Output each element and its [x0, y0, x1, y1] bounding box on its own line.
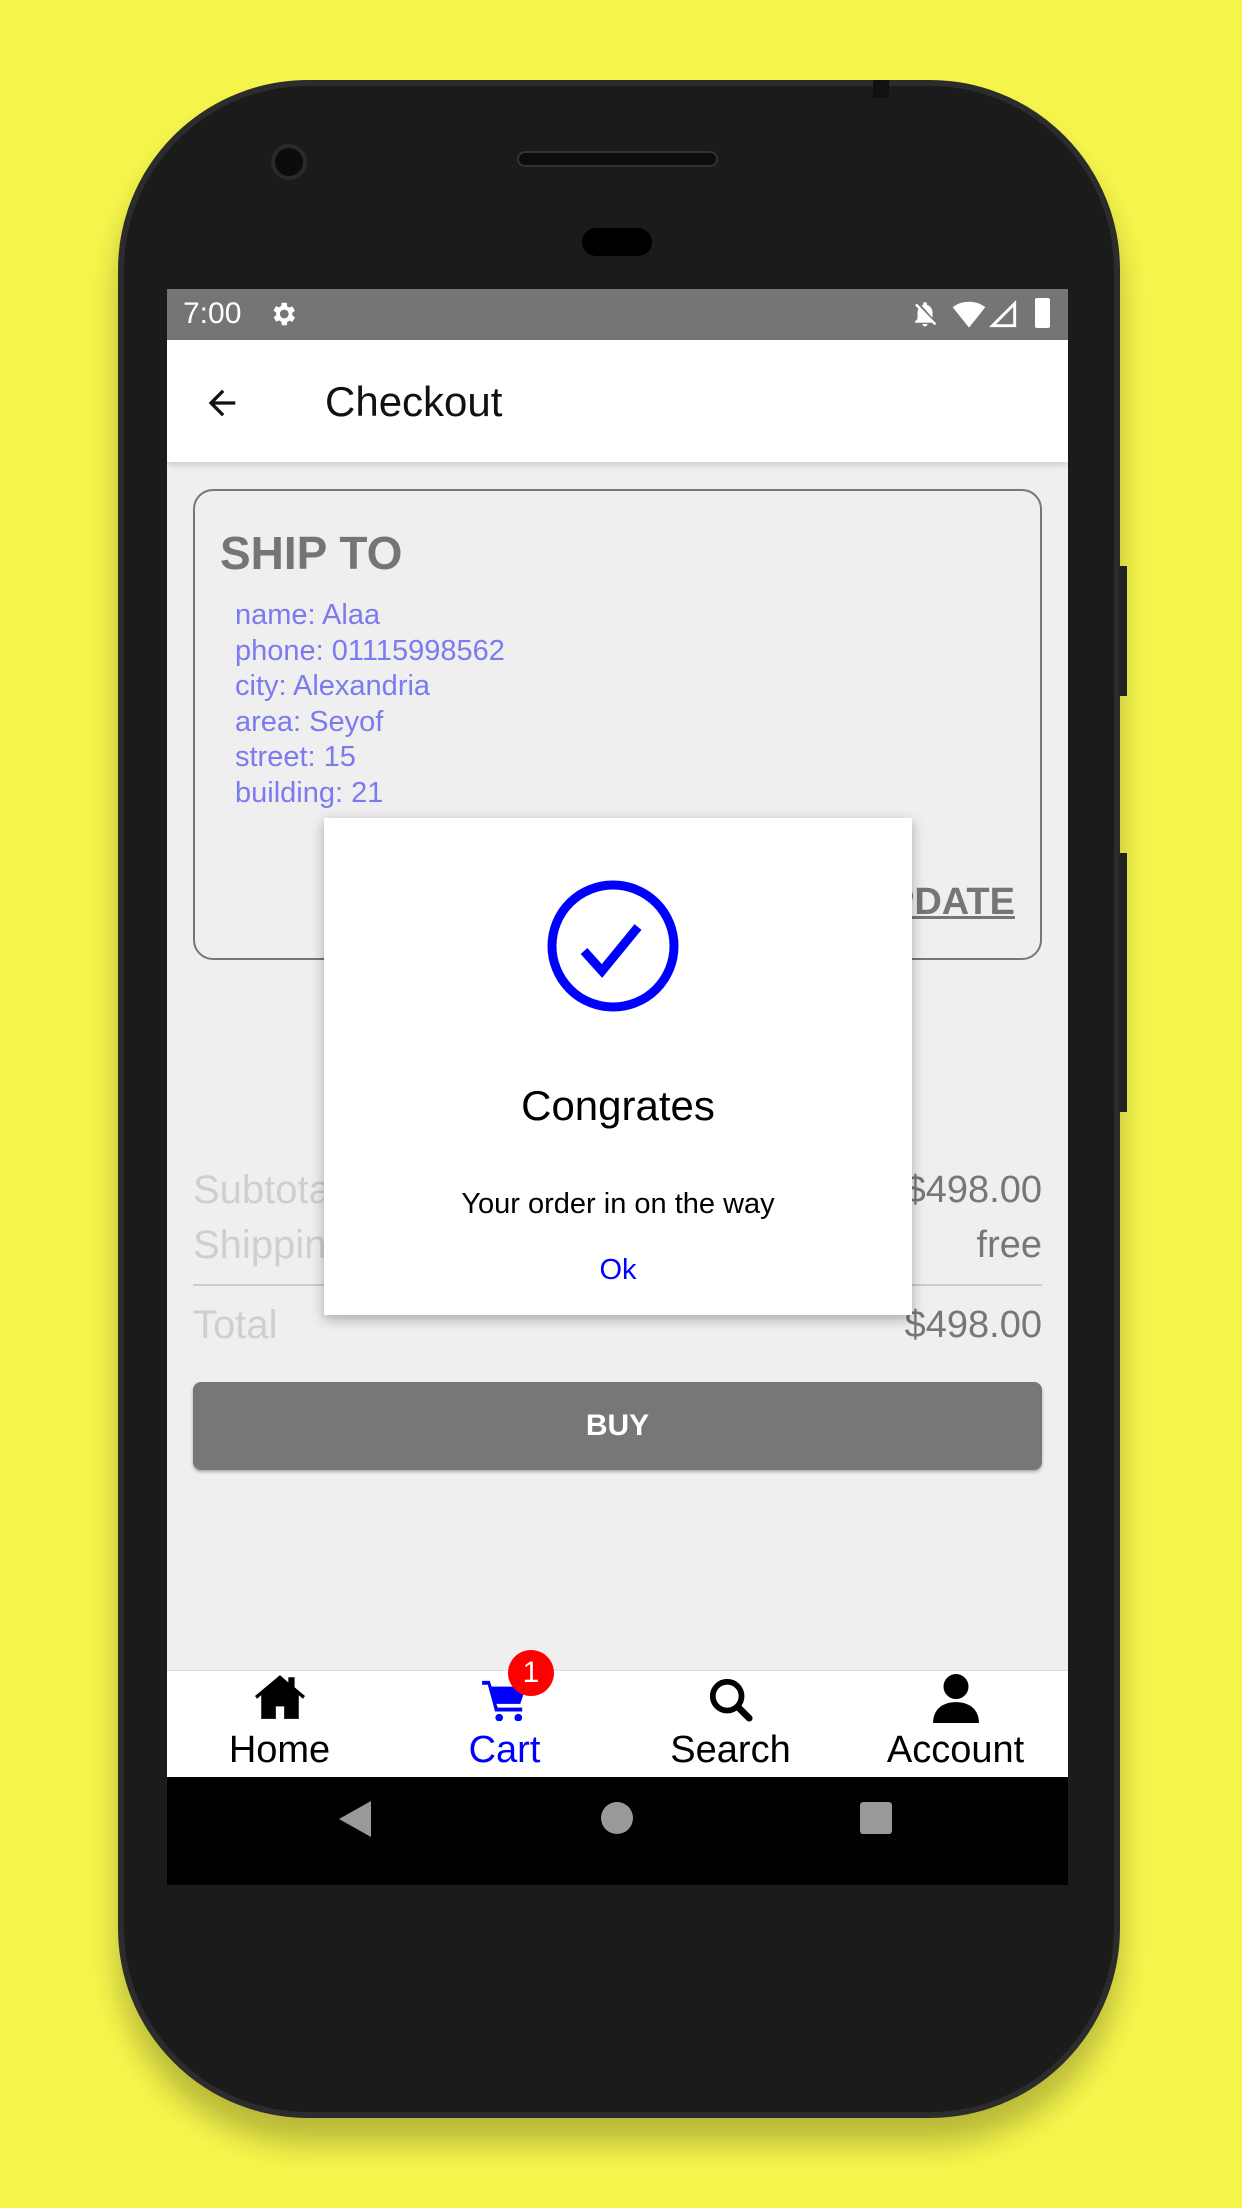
total-value: $498.00 [904, 1304, 1042, 1346]
subtotal-value: $498.00 [904, 1169, 1042, 1211]
nav-search[interactable]: Search [618, 1671, 843, 1778]
home-icon [254, 1675, 305, 1719]
system-nav-bar [167, 1777, 1068, 1885]
check-circle-icon [547, 880, 679, 1012]
address-city: city: Alexandria [235, 670, 431, 702]
account-icon [932, 1674, 979, 1723]
settings-icon [273, 302, 295, 326]
shipping-value: free [976, 1224, 1042, 1266]
screen: 7:00 Checkout SHIP TO name: Alaa phone: … [167, 289, 1068, 1885]
system-back-icon[interactable] [337, 1799, 373, 1839]
address-area: area: Seyof [235, 705, 384, 738]
nav-cart-label: Cart [468, 1729, 541, 1771]
nav-home-label: Home [228, 1729, 331, 1771]
nav-search-label: Search [670, 1729, 791, 1771]
dialog-title: Congrates [521, 1082, 715, 1129]
volume-button [1119, 566, 1127, 696]
success-dialog: Congrates Your order in on the way Ok [324, 818, 912, 1315]
dialog-message: Your order in on the way [461, 1188, 775, 1220]
top-mark [873, 80, 889, 98]
status-time: 7:00 [183, 297, 242, 330]
nav-cart[interactable]: 1 Cart [392, 1650, 617, 1778]
system-recents-icon[interactable] [860, 1802, 892, 1834]
app-bar: Checkout [167, 340, 1068, 462]
address-building: building: 21 [235, 776, 384, 809]
front-camera [271, 144, 307, 180]
system-home-icon[interactable] [601, 1802, 633, 1834]
dialog-ok-button[interactable]: Ok [578, 1254, 658, 1287]
page-title: Checkout [325, 378, 503, 425]
battery-icon [1035, 298, 1050, 328]
back-arrow-icon[interactable] [202, 383, 242, 423]
signal-icon [989, 299, 1017, 328]
wifi-icon [952, 301, 986, 328]
nav-home[interactable]: Home [167, 1671, 392, 1778]
nav-account-label: Account [886, 1729, 1025, 1771]
cart-badge: 1 [508, 1650, 554, 1696]
address-name: name: Alaa [235, 599, 381, 631]
sensor [582, 228, 652, 256]
address-lines: name: Alaa phone: 01115998562 city: Alex… [235, 598, 505, 811]
buy-button[interactable]: BUY [193, 1382, 1042, 1470]
speaker-grille [517, 151, 718, 167]
status-bar: 7:00 [167, 289, 1068, 340]
search-icon [709, 1678, 753, 1722]
ship-to-heading: SHIP TO [220, 527, 403, 579]
total-label: Total [193, 1303, 278, 1347]
power-button [1119, 853, 1127, 1112]
subtotal-label: Subtotal [193, 1168, 340, 1212]
notifications-off-icon [915, 302, 937, 327]
address-phone: phone: 01115998562 [235, 634, 505, 667]
nav-account[interactable]: Account [843, 1671, 1068, 1778]
address-street: street: 15 [235, 741, 356, 773]
bottom-nav: Home 1 Cart Search Account [167, 1650, 1068, 1778]
